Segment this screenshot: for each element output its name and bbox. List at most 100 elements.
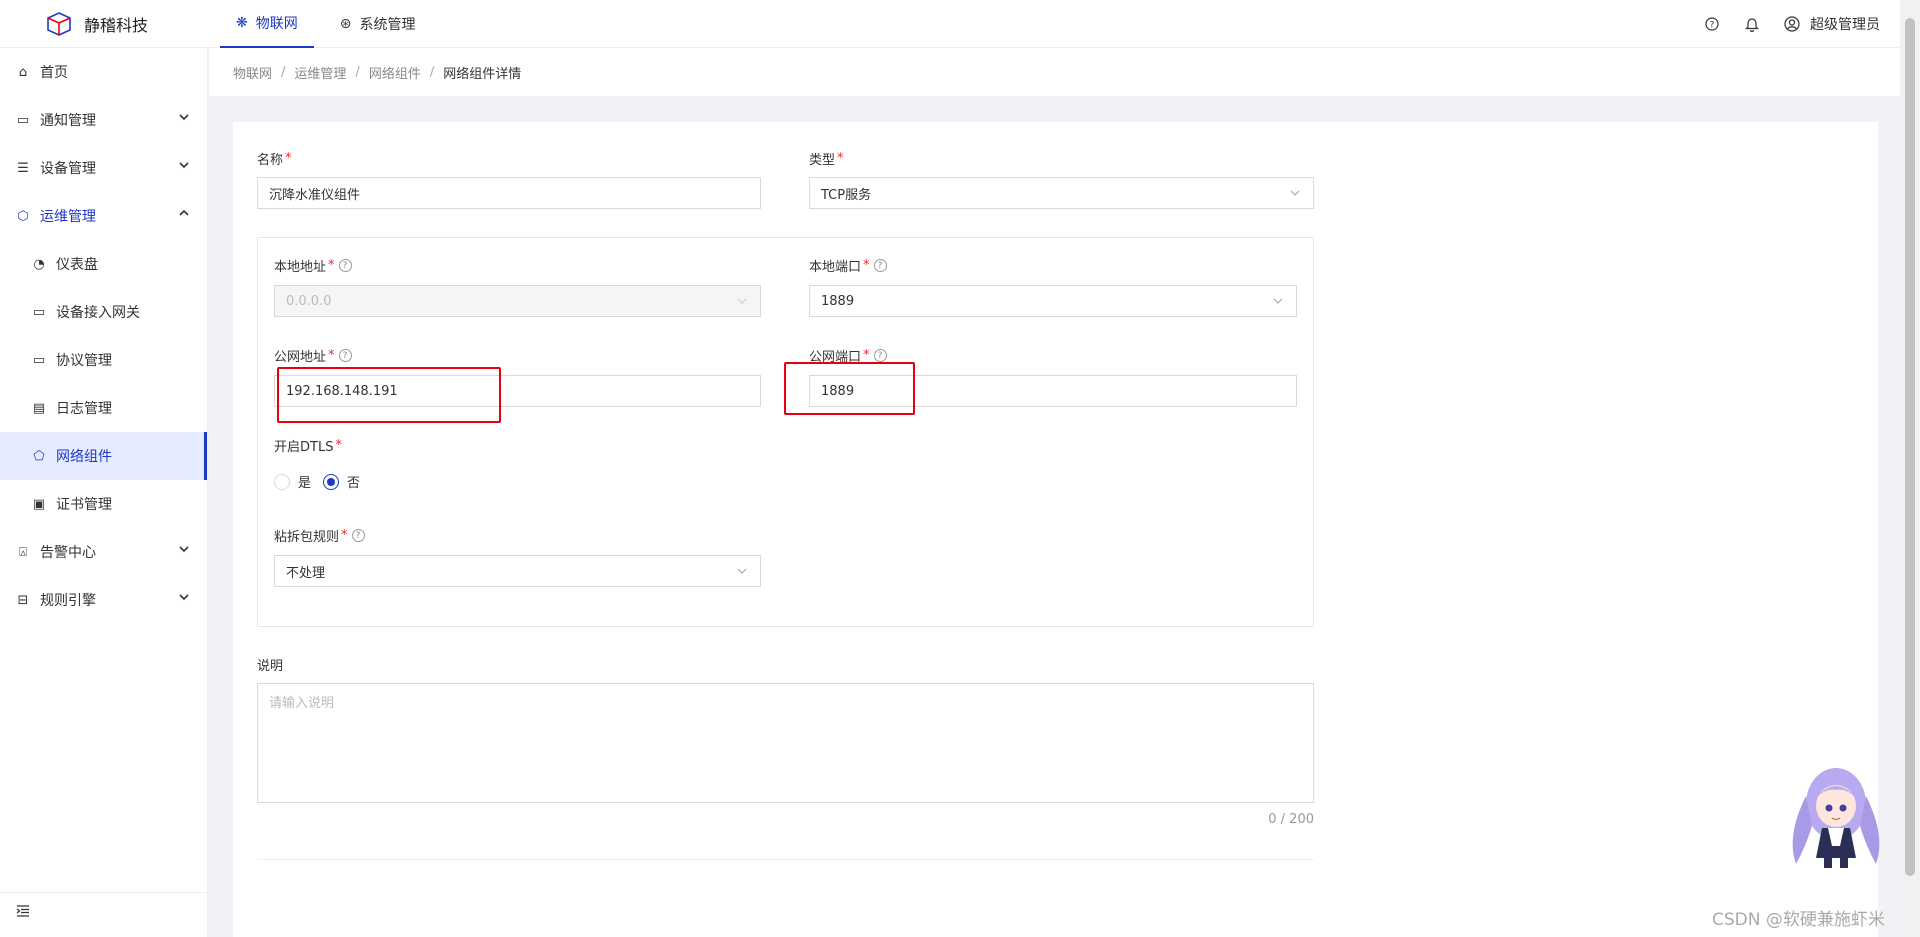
parser-label-text: 粘拆包规则 [274,530,340,545]
help-icon[interactable]: ? [338,349,352,362]
breadcrumb-separator: / [429,64,435,80]
monitor-icon: ▭ [32,304,46,320]
sidebar-item-label: 网络组件 [56,449,112,465]
sidebar-item-devices[interactable]: ☰ 设备管理 [0,144,207,192]
certificate-icon: ▣ [32,496,46,512]
desc-label-text: 说明 [257,659,284,674]
sidebar-item-network-component[interactable]: ⬠ 网络组件 [0,432,207,480]
radio-button[interactable] [274,473,290,490]
radio-button[interactable] [323,473,340,490]
logo[interactable]: 静稽科技 [0,0,210,48]
sidebar-item-rules[interactable]: ⊟ 规则引擎 [0,576,207,624]
tab-iot[interactable]: ❋ 物联网 [220,0,314,48]
notice-icon: ▭ [16,112,30,128]
required-mark: * [328,258,335,273]
local-port-select[interactable]: 1889 [809,285,1297,317]
type-select[interactable]: TCP服务 [809,177,1314,209]
local-addr-value: 0.0.0.0 [286,293,332,309]
header-actions: ? 超级管理员 [1704,0,1880,48]
help-icon[interactable]: ? [1704,16,1720,32]
log-icon: ▤ [32,400,46,416]
public-addr-label-text: 公网地址 [274,350,327,365]
dtls-radio-group: 是 否 [274,472,372,491]
help-icon[interactable]: ? [873,259,887,272]
logo-text: 静稽科技 [84,15,149,35]
sidebar-item-dashboard[interactable]: ◔ 仪表盘 [0,240,207,288]
breadcrumb-item[interactable]: 网络组件 [369,63,421,82]
sidebar-item-certs[interactable]: ▣ 证书管理 [0,480,207,528]
chevron-down-icon [179,162,189,169]
help-icon[interactable]: ? [338,259,352,272]
highlight-box-public-addr [277,367,501,423]
chevron-down-icon [179,114,189,121]
required-mark: * [863,258,870,273]
radio-label: 否 [347,476,361,491]
local-port-label: 本地端口 *? [809,256,887,275]
sidebar-item-label: 设备接入网关 [56,305,140,321]
type-label: 类型 * [809,149,844,168]
help-icon[interactable]: ? [873,349,887,362]
chevron-down-icon [737,298,747,304]
sidebar-item-alarm[interactable]: ⍓ 告警中心 [0,528,207,576]
name-input-value: 沉降水准仪组件 [269,187,361,203]
svg-text:?: ? [1710,21,1715,31]
dtls-option-yes[interactable]: 是 [274,472,311,491]
highlight-box-public-port [784,362,915,415]
logo-cube-icon [47,11,71,36]
home-icon: ⌂ [18,64,28,80]
breadcrumb-item[interactable]: 运维管理 [294,63,346,82]
alarm-icon: ⍓ [19,544,27,560]
type-select-value: TCP服务 [821,187,872,203]
local-port-label-text: 本地端口 [809,260,862,275]
desc-placeholder: 请输入说明 [269,696,335,711]
breadcrumb-current: 网络组件详情 [443,66,522,82]
name-input[interactable]: 沉降水准仪组件 [257,177,761,209]
top-header: 静稽科技 ❋ 物联网 ⊛ 系统管理 ? 超级管理员 [0,0,1900,48]
sidebar-item-ops[interactable]: ⬡ 运维管理 [0,192,207,240]
sidebar-item-home[interactable]: ⌂ 首页 [0,48,207,96]
tab-system[interactable]: ⊛ 系统管理 [324,0,432,48]
sidebar-item-label: 告警中心 [40,545,96,561]
cube-icon: ⊛ [339,15,352,32]
chevron-down-icon [1290,190,1300,196]
sidebar-item-label: 仪表盘 [56,257,98,273]
parser-label: 粘拆包规则 *? [274,526,365,545]
required-mark: * [335,438,342,453]
page-scrollbar[interactable] [1900,0,1920,937]
sidebar-item-label: 规则引擎 [40,593,96,609]
sidebar-item-protocol[interactable]: ▭ 协议管理 [0,336,207,384]
sidebar-item-label: 设备管理 [40,161,96,177]
required-mark: * [328,348,335,363]
sidebar-item-label: 证书管理 [56,497,112,513]
sidebar-item-label: 运维管理 [40,209,96,225]
dtls-option-no[interactable]: 否 [323,472,360,491]
sidebar-item-notify[interactable]: ▭ 通知管理 [0,96,207,144]
menu-collapse-icon[interactable] [16,905,30,921]
chevron-up-icon [179,209,189,216]
sidebar-item-logs[interactable]: ▤ 日志管理 [0,384,207,432]
sidebar: ⌂ 首页 ▭ 通知管理 ☰ 设备管理 ⬡ 运维管理 ◔ 仪表盘 ▭ 设备接入网关… [0,48,208,937]
parser-select[interactable]: 不处理 [274,555,761,587]
chevron-down-icon [1273,298,1283,304]
bell-icon[interactable] [1744,16,1760,32]
desc-textarea[interactable]: 请输入说明 [257,683,1314,803]
required-mark: * [837,151,844,166]
help-icon[interactable]: ? [351,529,365,542]
sidebar-item-label: 协议管理 [56,353,112,369]
desc-char-counter: 0 / 200 [1268,812,1314,827]
name-label-text: 名称 [257,153,284,168]
sidebar-item-label: 日志管理 [56,401,112,417]
user-icon [1784,16,1800,32]
breadcrumb-item[interactable]: 物联网 [233,63,272,82]
local-addr-label-text: 本地地址 [274,260,327,275]
user-name: 超级管理员 [1810,17,1880,33]
sidebar-item-gateway[interactable]: ▭ 设备接入网关 [0,288,207,336]
dtls-label: 开启DTLS * [274,436,342,455]
user-menu[interactable]: 超级管理员 [1784,14,1880,34]
chevron-down-icon [179,594,189,601]
name-label: 名称 * [257,149,292,168]
scrollbar-thumb[interactable] [1905,18,1915,876]
required-mark: * [863,348,870,363]
tab-iot-label: 物联网 [255,15,298,32]
local-addr-label: 本地地址 *? [274,256,352,275]
